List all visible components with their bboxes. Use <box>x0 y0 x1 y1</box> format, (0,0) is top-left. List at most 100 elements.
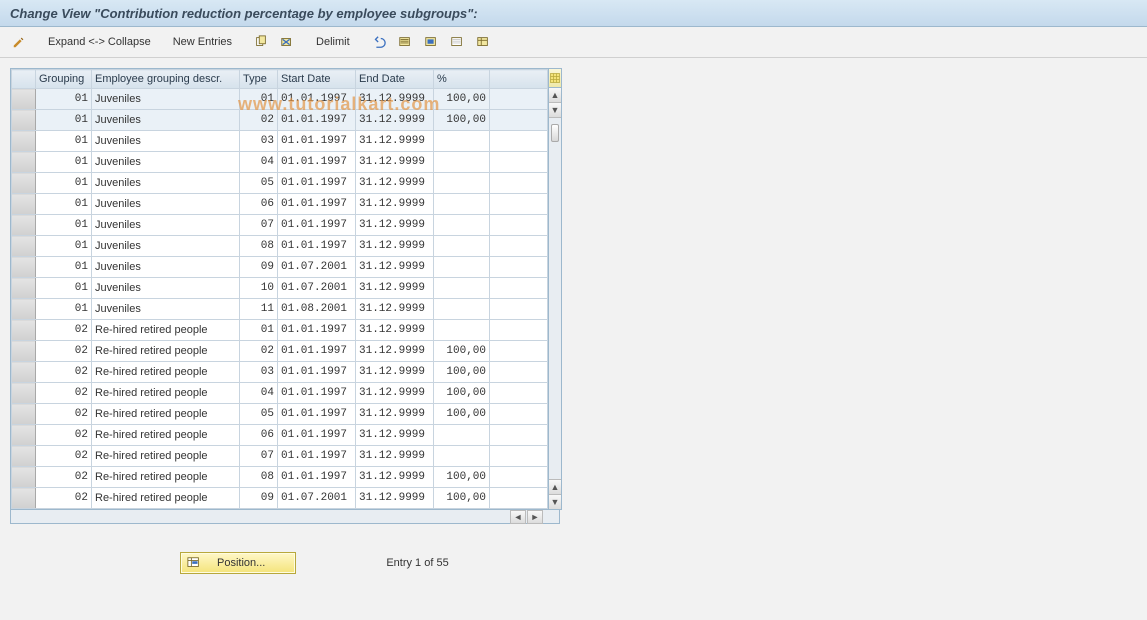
scroll-left-arrow[interactable]: ◄ <box>510 510 526 524</box>
cell-end-date[interactable]: 31.12.9999 <box>356 257 434 278</box>
cell-start-date[interactable]: 01.01.1997 <box>278 215 356 236</box>
cell-start-date[interactable]: 01.01.1997 <box>278 446 356 467</box>
cell-grouping[interactable]: 02 <box>36 467 92 488</box>
cell-percent[interactable] <box>434 131 490 152</box>
cell-descr[interactable]: Juveniles <box>92 173 240 194</box>
cell-start-date[interactable]: 01.01.1997 <box>278 341 356 362</box>
cell-end-date[interactable]: 31.12.9999 <box>356 467 434 488</box>
position-button[interactable]: Position... <box>180 552 296 574</box>
deselect-all-button[interactable] <box>446 33 468 51</box>
cell-descr[interactable]: Juveniles <box>92 152 240 173</box>
row-selector[interactable] <box>12 488 36 509</box>
cell-end-date[interactable]: 31.12.9999 <box>356 173 434 194</box>
delimit-button[interactable]: Delimit <box>312 34 354 50</box>
cell-percent[interactable] <box>434 278 490 299</box>
cell-end-date[interactable]: 31.12.9999 <box>356 152 434 173</box>
cell-start-date[interactable]: 01.07.2001 <box>278 257 356 278</box>
cell-start-date[interactable]: 01.01.1997 <box>278 425 356 446</box>
cell-start-date[interactable]: 01.01.1997 <box>278 383 356 404</box>
cell-type[interactable]: 04 <box>240 152 278 173</box>
cell-end-date[interactable]: 31.12.9999 <box>356 194 434 215</box>
cell-start-date[interactable]: 01.01.1997 <box>278 404 356 425</box>
cell-start-date[interactable]: 01.01.1997 <box>278 362 356 383</box>
cell-end-date[interactable]: 31.12.9999 <box>356 404 434 425</box>
cell-percent[interactable] <box>434 194 490 215</box>
cell-percent[interactable]: 100,00 <box>434 110 490 131</box>
cell-start-date[interactable]: 01.07.2001 <box>278 278 356 299</box>
column-start-date[interactable]: Start Date <box>278 70 356 89</box>
scroll-up-arrow[interactable]: ▲ <box>549 88 561 103</box>
row-selector[interactable] <box>12 173 36 194</box>
select-all-button[interactable] <box>394 33 416 51</box>
cell-end-date[interactable]: 31.12.9999 <box>356 446 434 467</box>
cell-end-date[interactable]: 31.12.9999 <box>356 278 434 299</box>
column-type[interactable]: Type <box>240 70 278 89</box>
row-selector[interactable] <box>12 152 36 173</box>
scroll-page-up[interactable]: ▼ <box>549 103 561 118</box>
cell-descr[interactable]: Re-hired retired people <box>92 383 240 404</box>
cell-percent[interactable]: 100,00 <box>434 488 490 509</box>
cell-descr[interactable]: Re-hired retired people <box>92 467 240 488</box>
cell-type[interactable]: 01 <box>240 320 278 341</box>
cell-grouping[interactable]: 01 <box>36 299 92 320</box>
cell-type[interactable]: 06 <box>240 194 278 215</box>
scroll-page-down[interactable]: ▲ <box>549 479 561 494</box>
cell-grouping[interactable]: 02 <box>36 341 92 362</box>
vertical-scrollbar[interactable]: ▲ ▼ ▲ ▼ <box>548 69 561 509</box>
column-end-date[interactable]: End Date <box>356 70 434 89</box>
cell-end-date[interactable]: 31.12.9999 <box>356 110 434 131</box>
cell-descr[interactable]: Re-hired retired people <box>92 425 240 446</box>
cell-end-date[interactable]: 31.12.9999 <box>356 131 434 152</box>
cell-percent[interactable]: 100,00 <box>434 467 490 488</box>
cell-type[interactable]: 08 <box>240 467 278 488</box>
cell-descr[interactable]: Juveniles <box>92 131 240 152</box>
cell-start-date[interactable]: 01.08.2001 <box>278 299 356 320</box>
cell-grouping[interactable]: 02 <box>36 383 92 404</box>
cell-type[interactable]: 02 <box>240 341 278 362</box>
cell-grouping[interactable]: 02 <box>36 446 92 467</box>
cell-type[interactable]: 07 <box>240 446 278 467</box>
cell-type[interactable]: 07 <box>240 215 278 236</box>
cell-descr[interactable]: Re-hired retired people <box>92 362 240 383</box>
cell-start-date[interactable]: 01.01.1997 <box>278 152 356 173</box>
column-grouping[interactable]: Grouping <box>36 70 92 89</box>
cell-grouping[interactable]: 01 <box>36 152 92 173</box>
cell-descr[interactable]: Re-hired retired people <box>92 341 240 362</box>
cell-grouping[interactable]: 01 <box>36 278 92 299</box>
cell-grouping[interactable]: 01 <box>36 131 92 152</box>
cell-grouping[interactable]: 01 <box>36 194 92 215</box>
toggle-change-display-button[interactable] <box>8 33 30 51</box>
cell-descr[interactable]: Re-hired retired people <box>92 404 240 425</box>
scroll-track[interactable] <box>549 118 561 479</box>
cell-start-date[interactable]: 01.01.1997 <box>278 467 356 488</box>
row-selector[interactable] <box>12 383 36 404</box>
cell-type[interactable]: 01 <box>240 89 278 110</box>
column-percent[interactable]: % <box>434 70 490 89</box>
row-selector[interactable] <box>12 425 36 446</box>
cell-start-date[interactable]: 01.01.1997 <box>278 89 356 110</box>
cell-descr[interactable]: Re-hired retired people <box>92 320 240 341</box>
cell-grouping[interactable]: 01 <box>36 110 92 131</box>
cell-start-date[interactable]: 01.01.1997 <box>278 320 356 341</box>
cell-type[interactable]: 05 <box>240 173 278 194</box>
cell-type[interactable]: 04 <box>240 383 278 404</box>
cell-percent[interactable]: 100,00 <box>434 383 490 404</box>
cell-start-date[interactable]: 01.07.2001 <box>278 488 356 509</box>
row-selector[interactable] <box>12 404 36 425</box>
scroll-thumb[interactable] <box>551 124 559 142</box>
row-selector[interactable] <box>12 299 36 320</box>
cell-percent[interactable]: 100,00 <box>434 362 490 383</box>
scroll-right-arrow[interactable]: ► <box>527 510 543 524</box>
cell-end-date[interactable]: 31.12.9999 <box>356 215 434 236</box>
cell-type[interactable]: 03 <box>240 362 278 383</box>
select-block-button[interactable] <box>420 33 442 51</box>
copy-button[interactable] <box>250 33 272 51</box>
undo-button[interactable] <box>368 33 390 51</box>
table-settings-button[interactable] <box>549 69 561 88</box>
cell-end-date[interactable]: 31.12.9999 <box>356 383 434 404</box>
row-selector[interactable] <box>12 257 36 278</box>
cell-start-date[interactable]: 01.01.1997 <box>278 236 356 257</box>
cell-type[interactable]: 09 <box>240 488 278 509</box>
cell-end-date[interactable]: 31.12.9999 <box>356 299 434 320</box>
cell-percent[interactable] <box>434 152 490 173</box>
